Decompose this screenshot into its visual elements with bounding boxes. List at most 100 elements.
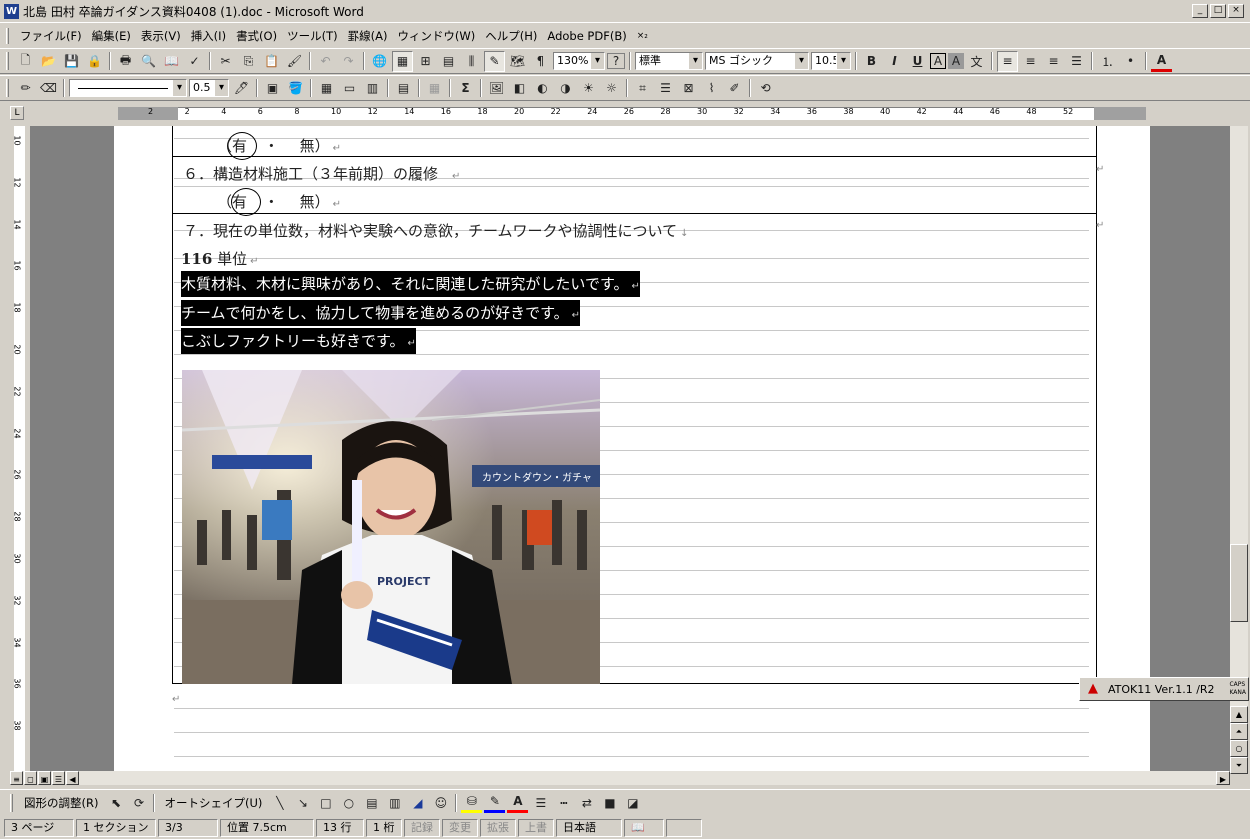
format-picture-icon[interactable]: ✐ [724, 78, 745, 99]
line-style-select[interactable] [69, 79, 187, 97]
vertical-textbox-icon[interactable]: ▥ [384, 792, 405, 813]
font-size-select[interactable]: 10.5 [811, 52, 851, 70]
reset-picture-icon[interactable]: ⟲ [755, 78, 776, 99]
rotate-icon[interactable]: ⟳ [128, 792, 149, 813]
status-extend[interactable]: 拡張 [480, 819, 516, 837]
shading-bucket-icon[interactable]: 🪣 [285, 78, 306, 99]
autoshape-menu[interactable]: オートシェイプ(U) [159, 795, 267, 811]
ruby-icon[interactable]: 文 [966, 51, 987, 72]
zoom-select[interactable]: 130% [553, 52, 605, 70]
browse-object-icon[interactable]: ○ [1230, 740, 1248, 757]
draw-table-pencil-icon[interactable]: ✏ [15, 78, 36, 99]
italic-button[interactable]: I [884, 51, 905, 72]
scroll-right-icon[interactable]: ▶ [1216, 771, 1230, 785]
fill-color-icon[interactable]: ⛁ [461, 792, 483, 813]
compress-picture-icon[interactable]: ⊠ [678, 78, 699, 99]
menu-adobe-pdf[interactable]: Adobe PDF(B) [542, 29, 631, 43]
align-cell-icon[interactable]: ▤ [393, 78, 414, 99]
save-disk-icon[interactable]: 💾 [61, 51, 82, 72]
style-select[interactable]: 標準 [635, 52, 703, 70]
show-formatting-icon[interactable]: ¶ [530, 51, 551, 72]
menu-table[interactable]: 罫線(A) [343, 28, 393, 44]
normal-view-icon[interactable]: ≡ [10, 771, 23, 785]
menu-insert[interactable]: 挿入(I) [186, 28, 231, 44]
research-icon[interactable]: 📖 [161, 51, 182, 72]
bold-button[interactable]: B [861, 51, 882, 72]
shadow-icon[interactable]: ■ [599, 792, 620, 813]
restore-icon[interactable]: □ [1210, 4, 1226, 18]
document-page[interactable]: （有 ・ 無） ↵ ６．構造材料施工（３年前期）の履修 ↵ （有 ・ 無） ↵ ７．現… [114, 126, 1150, 771]
rectangle-tool-icon[interactable]: □ [315, 792, 336, 813]
distributed-align-icon[interactable]: ☰ [1066, 51, 1087, 72]
help-icon[interactable]: ? [607, 53, 625, 69]
align-justify-icon[interactable]: ≡ [997, 50, 1018, 72]
format-painter-icon[interactable]: 🖌 [284, 51, 305, 72]
selected-text-line[interactable]: こぶしファクトリーも好きです。 ↵ [181, 328, 416, 354]
menu-format[interactable]: 書式(O) [231, 28, 282, 44]
less-contrast-icon[interactable]: ◑ [555, 78, 576, 99]
menu-window[interactable]: ウィンドウ(W) [392, 28, 480, 44]
status-overtype[interactable]: 上書 [518, 819, 554, 837]
menu-view[interactable]: 表示(V) [136, 28, 186, 44]
outline-view-icon[interactable]: ☰ [52, 771, 65, 785]
new-document-icon[interactable]: 🗋 [15, 51, 36, 72]
adjust-shapes-menu[interactable]: 図形の調整(R) [19, 795, 103, 811]
menu-edit[interactable]: 編集(E) [87, 28, 136, 44]
bullets-icon[interactable]: • [1120, 51, 1141, 72]
cut-scissors-icon[interactable]: ✂ [215, 51, 236, 72]
horizontal-scrollbar[interactable]: ≡ ◻ ▣ ☰ ◀ ▶ [10, 771, 1230, 785]
char-shading-button[interactable]: A [948, 53, 964, 69]
paste-icon[interactable]: 📋 [261, 51, 282, 72]
menu-tools[interactable]: ツール(T) [282, 28, 343, 44]
insert-table-grid-icon[interactable]: ▦ [316, 78, 337, 99]
copy-icon[interactable]: ⎘ [238, 51, 259, 72]
split-cells-icon[interactable]: ▥ [362, 78, 383, 99]
insert-picture-icon[interactable]: 🖼 [486, 78, 507, 99]
oval-tool-icon[interactable]: ○ [338, 792, 359, 813]
insert-excel-icon[interactable]: ▤ [438, 51, 459, 72]
text-wrap-icon[interactable]: ⌇ [701, 78, 722, 99]
tables-borders-icon[interactable]: ▦ [392, 50, 413, 72]
menu-file[interactable]: ファイル(F) [15, 28, 87, 44]
outside-border-icon[interactable]: ▣ [262, 78, 283, 99]
horizontal-ruler[interactable]: L 2 2 4 6 8 10 12 14 16 18 20 22 24 26 28 30 32 34 36 38 40 4… [10, 104, 1245, 124]
print-layout-icon[interactable]: ▣ [38, 771, 51, 785]
merge-cells-icon[interactable]: ▭ [339, 78, 360, 99]
selected-text-line[interactable]: チームで何かをし、協力して物事を進めるのが好きです。 ↵ [181, 300, 580, 326]
selected-text-line[interactable]: 木質材料、木材に興味があり、それに関連した研究がしたいです。 ↵ [181, 271, 640, 297]
vertical-ruler[interactable]: 10 12 14 16 18 20 22 24 26 28 30 32 34 36 38 [10, 126, 30, 771]
close-icon[interactable]: × [1228, 4, 1244, 18]
line-color-icon[interactable]: ✎ [484, 792, 506, 813]
arrow-tool-icon[interactable]: ↘ [292, 792, 313, 813]
status-track-changes[interactable]: 変更 [442, 819, 478, 837]
tab-selector[interactable]: L [10, 106, 24, 120]
minimize-icon[interactable]: _ [1192, 4, 1208, 18]
document-map-icon[interactable]: 🗺 [507, 51, 528, 72]
more-contrast-icon[interactable]: ◐ [532, 78, 553, 99]
open-folder-icon[interactable]: 📂 [38, 51, 59, 72]
crop-icon[interactable]: ⌗ [632, 78, 653, 99]
more-brightness-icon[interactable]: ☀ [578, 78, 599, 99]
hyperlink-globe-icon[interactable]: 🌐 [369, 51, 390, 72]
line-tool-icon[interactable]: ╲ [269, 792, 290, 813]
scrollbar-thumb[interactable] [1230, 544, 1248, 622]
textbox-icon[interactable]: ▤ [361, 792, 382, 813]
3d-icon[interactable]: ◪ [622, 792, 643, 813]
dash-style-icon[interactable]: ┅ [553, 792, 574, 813]
eraser-icon[interactable]: ⌫ [38, 78, 59, 99]
redo-icon[interactable]: ↷ [338, 51, 359, 72]
status-record[interactable]: 記録 [404, 819, 440, 837]
print-preview-icon[interactable]: 🔍 [138, 51, 159, 72]
atok-logo-icon[interactable]: ▲ [1088, 681, 1104, 697]
columns-icon[interactable]: ⫼ [461, 51, 482, 72]
char-border-button[interactable]: A [930, 53, 946, 69]
font-select[interactable]: MS ゴシック [705, 52, 809, 70]
drawing-toggle-icon[interactable]: ✎ [484, 50, 505, 72]
border-color-icon[interactable]: 🖊 [231, 78, 252, 99]
spelling-status-icon[interactable]: 📖 [624, 819, 664, 837]
align-center-icon[interactable]: ≡ [1020, 51, 1041, 72]
undo-icon[interactable]: ↶ [315, 51, 336, 72]
inserted-photo[interactable]: カウントダウン・ガチャ PROJECT [182, 370, 600, 684]
numbering-icon[interactable]: ⒈ [1097, 51, 1118, 72]
image-color-icon[interactable]: ◧ [509, 78, 530, 99]
